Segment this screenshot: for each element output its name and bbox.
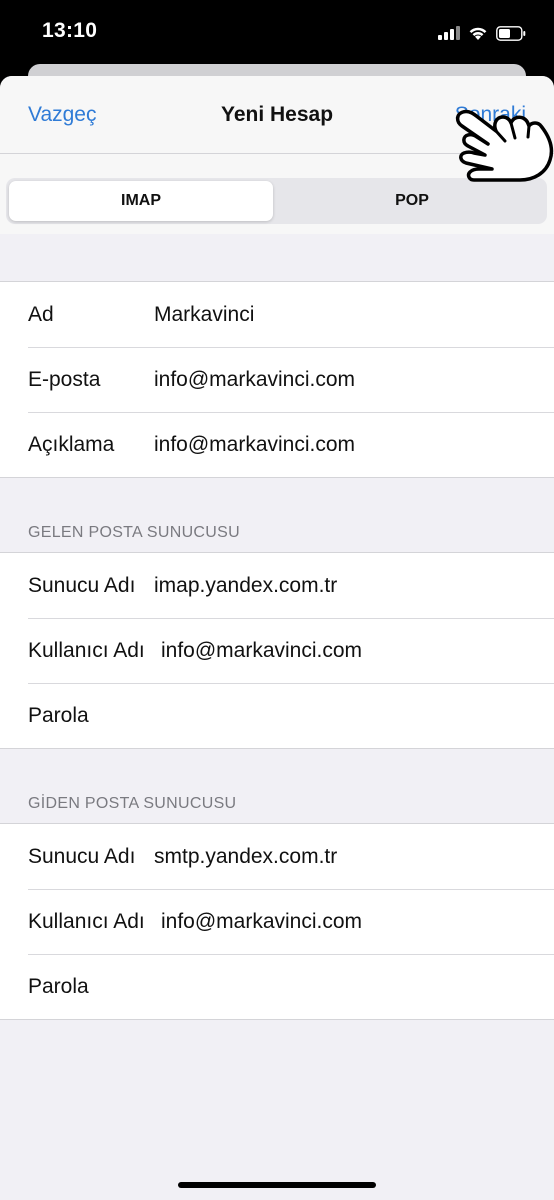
incoming-hostname-row[interactable]: Sunucu Adı imap.yandex.com.tr: [0, 553, 554, 618]
email-label: E-posta: [28, 367, 101, 391]
incoming-password-label: Parola: [28, 703, 89, 727]
outgoing-server-group: Sunucu Adı smtp.yandex.com.tr Kullanıcı …: [0, 823, 554, 1020]
incoming-server-header: GELEN POSTA SUNUCUSU: [28, 524, 240, 541]
outgoing-password-label: Parola: [28, 974, 89, 998]
outgoing-hostname-label: Sunucu Adı: [28, 844, 136, 868]
outgoing-server-header: GİDEN POSTA SUNUCUSU: [28, 795, 237, 812]
battery-icon: [496, 25, 526, 41]
outgoing-username-row[interactable]: Kullanıcı Adı info@markavinci.com: [0, 889, 554, 954]
incoming-hostname-field[interactable]: imap.yandex.com.tr: [154, 574, 337, 598]
outgoing-password-row[interactable]: Parola: [0, 954, 554, 1019]
email-field[interactable]: info@markavinci.com: [154, 368, 355, 392]
new-account-sheet: Vazgeç Yeni Hesap Sonraki IMAP POP Ad Ma…: [0, 76, 554, 1200]
incoming-username-field[interactable]: info@markavinci.com: [161, 639, 362, 663]
segment-pop[interactable]: POP: [280, 181, 544, 221]
cellular-signal-icon: [438, 26, 460, 40]
outgoing-username-label: Kullanıcı Adı: [28, 909, 145, 933]
status-icons: [438, 22, 526, 44]
incoming-username-label: Kullanıcı Adı: [28, 638, 145, 662]
incoming-password-row[interactable]: Parola: [0, 683, 554, 748]
outgoing-hostname-row[interactable]: Sunucu Adı smtp.yandex.com.tr: [0, 824, 554, 889]
outgoing-username-field[interactable]: info@markavinci.com: [161, 910, 362, 934]
status-time: 13:10: [42, 19, 98, 42]
home-indicator: [178, 1182, 376, 1188]
name-label: Ad: [28, 302, 54, 326]
outgoing-hostname-field[interactable]: smtp.yandex.com.tr: [154, 845, 337, 869]
pointing-hand-icon: [455, 109, 554, 182]
description-field[interactable]: info@markavinci.com: [154, 433, 355, 457]
segment-imap[interactable]: IMAP: [9, 181, 273, 221]
status-bar: 13:10: [0, 0, 554, 64]
description-row[interactable]: Açıklama info@markavinci.com: [0, 412, 554, 477]
incoming-username-row[interactable]: Kullanıcı Adı info@markavinci.com: [0, 618, 554, 683]
description-label: Açıklama: [28, 432, 115, 456]
wifi-icon: [469, 27, 487, 40]
incoming-hostname-label: Sunucu Adı: [28, 573, 136, 597]
email-row[interactable]: E-posta info@markavinci.com: [0, 347, 554, 412]
name-field[interactable]: Markavinci: [154, 303, 254, 327]
name-row[interactable]: Ad Markavinci: [0, 282, 554, 347]
account-info-group: Ad Markavinci E-posta info@markavinci.co…: [0, 281, 554, 478]
incoming-server-group: Sunucu Adı imap.yandex.com.tr Kullanıcı …: [0, 552, 554, 749]
